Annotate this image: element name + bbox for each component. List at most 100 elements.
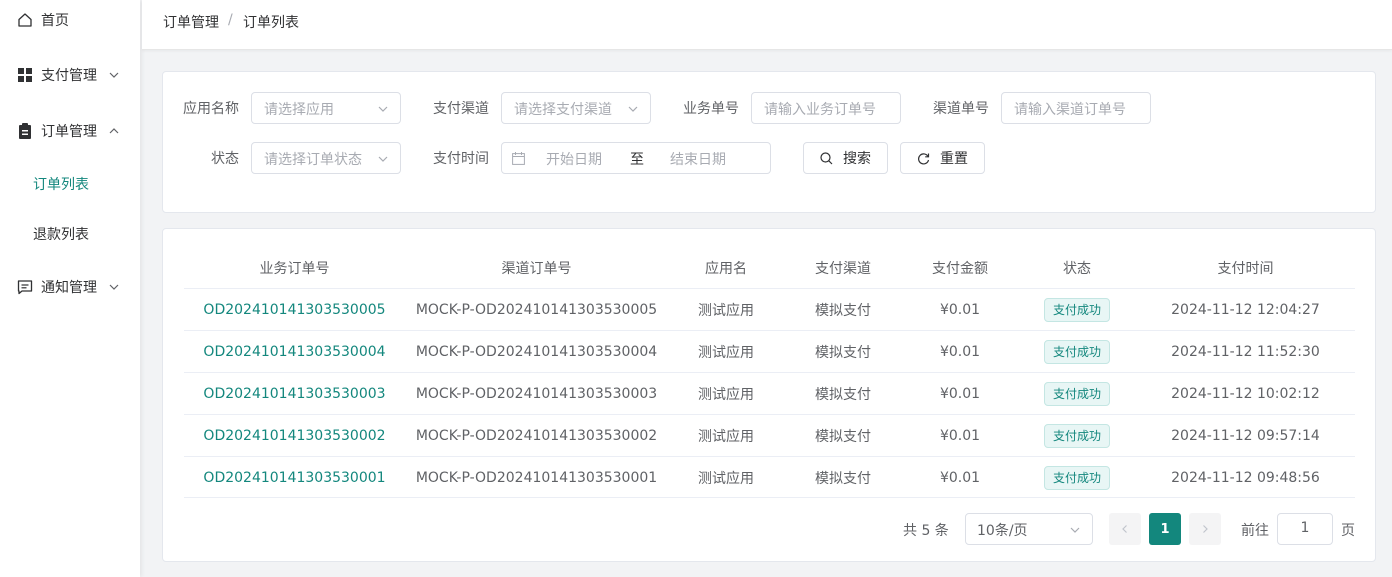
col-header-app-name: 应用名	[705, 261, 747, 277]
channel-order-cell: MOCK-P-OD202410141303530003	[415, 386, 658, 402]
prev-page-button[interactable]	[1109, 513, 1141, 545]
status-badge: 支付成功	[1043, 340, 1110, 364]
status-cell: 支付成功	[1018, 415, 1136, 457]
chevron-down-icon	[377, 103, 389, 115]
sidebar-item-refund-list[interactable]: 退款列表	[0, 214, 140, 254]
sidebar-item-label: 通知管理	[41, 280, 97, 296]
page-number-current[interactable]: 1	[1149, 513, 1181, 545]
grid-icon	[17, 67, 33, 83]
col-header-pay-time: 支付时间	[1217, 261, 1274, 277]
table-row: OD202410141303530005 MOCK-P-OD2024101413…	[184, 288, 1355, 330]
breadcrumb-current: 订单列表	[243, 15, 299, 31]
amount-cell: ¥0.01	[939, 344, 981, 360]
amount-cell: ¥0.01	[939, 302, 981, 318]
status-label: 状态	[211, 151, 239, 167]
biz-order-link[interactable]: OD202410141303530005	[184, 289, 405, 331]
app-name-label: 应用名称	[183, 101, 239, 117]
status-cell: 支付成功	[1018, 331, 1136, 373]
chevron-down-icon	[627, 103, 639, 115]
breadcrumb-parent[interactable]: 订单管理	[163, 12, 219, 32]
pagination-total: 共 5 条	[903, 523, 949, 539]
col-header-amount: 支付金额	[932, 261, 988, 277]
amount-cell: ¥0.01	[939, 386, 981, 402]
status-cell: 支付成功	[1018, 457, 1136, 499]
reset-button[interactable]: 重置	[900, 142, 985, 174]
goto-page-input[interactable]: 1	[1277, 513, 1333, 545]
status-badge: 支付成功	[1043, 466, 1110, 490]
pay-channel-cell: 模拟支付	[815, 471, 871, 487]
channel-order-placeholder: 请输入渠道订单号	[1014, 102, 1126, 118]
sidebar-item-order[interactable]: 订单管理	[0, 111, 140, 151]
sidebar-item-order-list[interactable]: 订单列表	[0, 164, 140, 204]
pay-channel-cell: 模拟支付	[815, 387, 871, 403]
biz-order-link[interactable]: OD202410141303530003	[184, 373, 405, 415]
pay-time-cell: 2024-11-12 11:52:30	[1171, 344, 1320, 360]
page-unit-label: 页	[1341, 523, 1355, 539]
clipboard-icon	[17, 123, 33, 139]
sidebar: 首页 支付管理 订单管理 订单列表 退款列表 通知管理	[0, 0, 140, 577]
table-row: OD202410141303530001 MOCK-P-OD2024101413…	[184, 456, 1355, 498]
pay-channel-cell: 模拟支付	[815, 303, 871, 319]
pay-time-range-picker[interactable]: 开始日期 至 结束日期	[501, 142, 771, 174]
app-select-placeholder: 请选择应用	[264, 102, 334, 118]
pay-channel-label: 支付渠道	[433, 101, 489, 117]
pay-time-cell: 2024-11-12 09:57:14	[1171, 428, 1320, 444]
pay-channel-placeholder: 请选择支付渠道	[514, 102, 612, 118]
pay-time-cell: 2024-11-12 09:48:56	[1171, 470, 1320, 486]
channel-order-cell: MOCK-P-OD202410141303530004	[415, 344, 658, 360]
channel-order-cell: MOCK-P-OD202410141303530005	[415, 302, 658, 318]
status-cell: 支付成功	[1018, 373, 1136, 415]
col-header-status: 状态	[1063, 261, 1091, 277]
reset-button-label: 重置	[940, 151, 968, 167]
sidebar-item-label: 订单管理	[41, 124, 97, 140]
biz-order-link[interactable]: OD202410141303530001	[184, 457, 405, 499]
channel-order-input[interactable]: 请输入渠道订单号	[1001, 92, 1151, 124]
app-select[interactable]: 请选择应用	[251, 92, 401, 124]
refresh-icon	[917, 152, 930, 165]
sidebar-item-notify[interactable]: 通知管理	[0, 267, 140, 307]
chevron-down-icon	[377, 153, 389, 165]
app-name-cell: 测试应用	[698, 387, 754, 403]
sidebar-item-label: 首页	[41, 13, 69, 29]
chevron-left-icon	[1120, 524, 1130, 534]
search-icon	[820, 151, 833, 165]
table-row: OD202410141303530004 MOCK-P-OD2024101413…	[184, 330, 1355, 372]
chevron-down-icon	[108, 69, 120, 81]
biz-order-input[interactable]: 请输入业务订单号	[751, 92, 901, 124]
app-name-cell: 测试应用	[698, 471, 754, 487]
top-bar: 订单管理 / 订单列表	[142, 0, 1392, 50]
page-size-value: 10条/页	[977, 523, 1028, 539]
status-placeholder: 请选择订单状态	[264, 152, 362, 168]
next-page-button[interactable]	[1189, 513, 1221, 545]
biz-order-link[interactable]: OD202410141303530002	[184, 415, 405, 457]
home-icon	[17, 12, 33, 28]
biz-order-link[interactable]: OD202410141303530004	[184, 331, 405, 373]
app-name-cell: 测试应用	[698, 429, 754, 445]
end-date-placeholder[interactable]: 结束日期	[670, 149, 726, 169]
start-date-placeholder[interactable]: 开始日期	[546, 149, 602, 169]
status-badge: 支付成功	[1043, 298, 1110, 322]
goto-page-value: 1	[1300, 520, 1310, 536]
pay-channel-select[interactable]: 请选择支付渠道	[501, 92, 651, 124]
pay-channel-cell: 模拟支付	[815, 429, 871, 445]
col-header-pay-channel: 支付渠道	[815, 261, 871, 277]
breadcrumb-separator: /	[228, 12, 233, 28]
pay-time-cell: 2024-11-12 10:02:12	[1171, 386, 1320, 402]
calendar-icon	[512, 152, 525, 169]
range-separator: 至	[630, 152, 644, 168]
sidebar-item-label: 退款列表	[33, 227, 89, 243]
channel-order-cell: MOCK-P-OD202410141303530002	[415, 428, 658, 444]
biz-order-placeholder: 请输入业务订单号	[764, 102, 876, 118]
status-badge: 支付成功	[1043, 424, 1110, 448]
channel-order-label: 渠道单号	[933, 101, 989, 117]
col-header-biz-order: 业务订单号	[259, 261, 330, 277]
page-size-select[interactable]: 10条/页	[965, 513, 1093, 545]
pay-channel-cell: 模拟支付	[815, 345, 871, 361]
status-select[interactable]: 请选择订单状态	[251, 142, 401, 174]
search-button[interactable]: 搜索	[803, 142, 888, 174]
sidebar-item-payment[interactable]: 支付管理	[0, 55, 140, 95]
sidebar-item-label: 订单列表	[33, 177, 89, 193]
sidebar-item-home[interactable]: 首页	[0, 0, 140, 40]
pay-time-label: 支付时间	[433, 151, 489, 167]
pay-time-cell: 2024-11-12 12:04:27	[1171, 302, 1320, 318]
